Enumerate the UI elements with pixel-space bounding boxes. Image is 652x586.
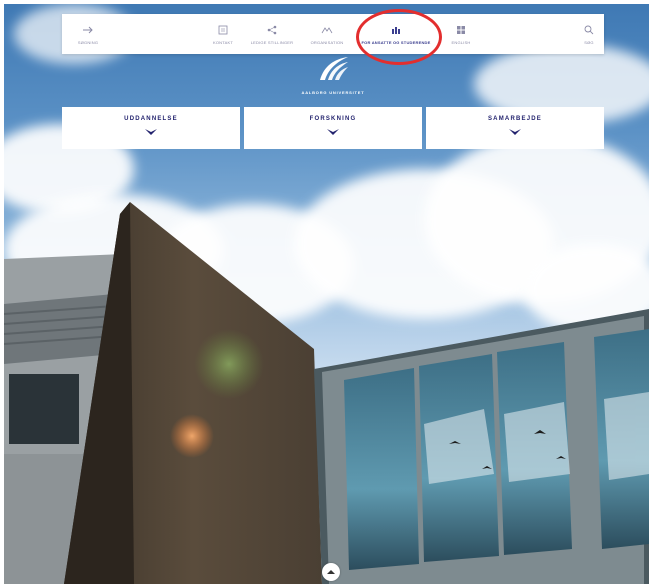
chevron-up-icon [327,570,335,574]
menu-uddannelse[interactable]: UDDANNELSE [62,107,240,149]
chevron-down-icon [327,129,339,135]
menu-label: UDDANNELSE [124,116,178,122]
nav-label: English [451,39,471,45]
nav-label: Kontakt [213,39,233,45]
nav-item-organisation[interactable]: Organisation [306,14,348,54]
nav-item-for-ansatte[interactable]: For ansatte og studerende [356,14,436,54]
aau-logo[interactable] [316,56,350,82]
arrow-right-icon [83,26,93,33]
menu-forskning[interactable]: FORSKNING [244,107,422,149]
nav-label: Søg [584,39,594,45]
nav-label: Ledige stillinger [250,39,294,45]
grid-icon [457,25,465,34]
contact-icon [218,25,228,34]
menu-samarbejde[interactable]: SAMARBEJDE [426,107,604,149]
nav-item-kontakt[interactable]: Kontakt [208,14,238,54]
nav-item-ledige-stillinger[interactable]: Ledige stillinger [246,14,298,54]
share-icon [267,25,277,34]
chevron-down-icon [509,129,521,135]
nav-label: For ansatte og studerende [361,39,431,45]
nav-item-search-back[interactable]: Søgning [68,14,108,54]
nav-label: Organisation [310,39,344,45]
people-icon [392,26,400,34]
organisation-icon [321,26,333,33]
search-icon [584,25,594,34]
university-name: AALBORG UNIVERSITET [301,90,365,95]
chevron-down-icon [145,129,157,135]
menu-label: SAMARBEJDE [487,116,542,122]
nav-label: Søgning [77,39,99,45]
menu-label: FORSKNING [309,116,357,122]
top-nav-bar: Søgning Kontakt Ledige stillinger Organi… [62,14,604,54]
nav-item-search[interactable]: Søg [578,14,600,54]
nav-item-english[interactable]: English [446,14,476,54]
scroll-up-button[interactable] [322,563,340,581]
